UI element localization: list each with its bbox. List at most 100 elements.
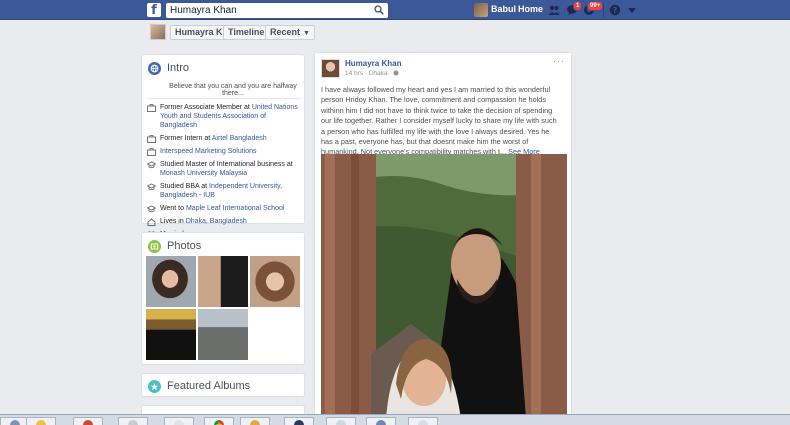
photo-thumbnail[interactable] (250, 256, 300, 307)
intro-item-prefix: Former Intern at (160, 135, 212, 142)
profile-link[interactable]: Babul (491, 4, 516, 14)
timeline-label: Timeline (228, 27, 265, 37)
taskbar-app-button[interactable] (164, 417, 194, 425)
photo-thumbnail[interactable] (146, 256, 196, 307)
media-player-icon (83, 420, 93, 425)
audience-globe-icon[interactable] (393, 70, 399, 76)
intro-item: Went to Maple Leaf International School (147, 204, 302, 213)
app-icon (376, 420, 386, 425)
post-meta: 14 hrs · Dhaka · (345, 70, 399, 77)
intro-item-link[interactable]: Maple Leaf International School (186, 205, 284, 212)
messages-badge: 1 (573, 1, 583, 11)
briefcase-icon (147, 135, 156, 143)
folder-icon (36, 420, 46, 425)
intro-item-link[interactable]: Monash University Malaysia (160, 170, 247, 177)
intro-item-prefix: Lives in (160, 218, 186, 225)
intro-item-text: Studied Master of International business… (160, 160, 302, 178)
intro-item: Lives in Dhaka, Bangladesh (147, 217, 302, 226)
intro-item-text: Went to Maple Leaf International School (160, 204, 284, 213)
top-navigation-bar: f Humayra Khan Babul Home 1 99+ ? (0, 0, 790, 20)
taskbar-app-button[interactable] (284, 417, 314, 425)
document-icon (128, 420, 138, 425)
photos-icon (148, 239, 161, 253)
post-options-icon[interactable]: ··· (553, 56, 565, 66)
intro-item-text: Former Associate Member at United Nation… (160, 103, 302, 130)
chevron-down-icon: ▼ (303, 30, 310, 37)
taskbar-app-button[interactable] (408, 417, 438, 425)
intro-item-text: Lives in Dhaka, Bangladesh (160, 217, 247, 226)
post-author-avatar[interactable] (321, 59, 340, 78)
intro-item: Former Intern at Airtel Bangladesh (147, 134, 302, 143)
home-link[interactable]: Home (518, 4, 543, 14)
user-avatar[interactable] (474, 3, 488, 17)
intro-item: Former Associate Member at United Nation… (147, 103, 302, 130)
intro-item-prefix: Studied Master of International business… (160, 161, 293, 168)
friend-requests-icon[interactable] (548, 4, 560, 16)
briefcase-icon (147, 148, 156, 156)
recent-label: Recent (270, 27, 301, 37)
profile-thumbnail[interactable] (150, 24, 166, 40)
taskbar-app-button[interactable] (240, 417, 270, 425)
graduation-cap-icon (147, 183, 156, 191)
post-body: I have always followed my heart and yes … (321, 85, 557, 157)
intro-item-link[interactable]: Interspeed Marketing Solutions (160, 148, 257, 155)
app-icon (294, 420, 304, 425)
notifications-badge: 99+ (587, 1, 604, 11)
post-text: I have always followed my heart and yes … (321, 85, 561, 158)
graduation-cap-icon (147, 161, 156, 169)
photos-card: Photos (141, 232, 305, 365)
start-icon (10, 420, 20, 425)
intro-item-text: Studied BBA at Independent University, B… (160, 182, 302, 200)
taskbar-app-button[interactable] (366, 417, 396, 425)
photo-thumbnail[interactable] (198, 309, 248, 360)
intro-item: Interspeed Marketing Solutions (147, 147, 302, 156)
intro-item: Studied Master of International business… (147, 160, 302, 178)
intro-item-link[interactable]: Dhaka, Bangladesh (186, 218, 247, 225)
intro-bio: Believe that you can and you are halfway… (169, 83, 297, 97)
taskbar-app-button[interactable] (73, 417, 103, 425)
intro-title: Intro (167, 62, 190, 74)
recent-button[interactable]: Recent ▼ (265, 25, 315, 40)
briefcase-icon (147, 104, 156, 112)
search-value: Humayra Khan (170, 5, 237, 16)
intro-item-prefix: Studied BBA at (160, 183, 210, 190)
svg-text:?: ? (613, 6, 618, 15)
app-icon (418, 420, 428, 425)
intro-item-prefix: Former Associate Member at (160, 104, 252, 111)
post-card: Humayra Khan 14 hrs · Dhaka · ··· I have… (314, 52, 572, 419)
search-input[interactable]: Humayra Khan (166, 3, 388, 18)
taskbar-app-button[interactable] (26, 417, 56, 425)
couple-photo-illustration (321, 154, 567, 419)
featured-albums-card: Featured Albums (141, 373, 305, 397)
photos-title: Photos (167, 240, 202, 252)
intro-item-link[interactable]: Airtel Bangladesh (212, 135, 267, 142)
search-icon[interactable] (374, 5, 384, 15)
profile-header-strip: Humayra Khan Timeline▼ Recent▼ (142, 22, 572, 44)
account-menu-chevron-down-icon[interactable] (626, 6, 638, 18)
facebook-logo-icon[interactable]: f (147, 3, 161, 17)
chrome-icon (214, 420, 224, 425)
intro-details-list: Former Associate Member at United Nation… (147, 103, 302, 243)
post-author-name[interactable]: Humayra Khan (345, 59, 401, 68)
app-icon (336, 420, 346, 425)
intro-item-prefix: Went to (160, 205, 186, 212)
taskbar-app-button[interactable] (118, 417, 148, 425)
app-icon (174, 420, 184, 425)
graduation-cap-icon (147, 205, 156, 213)
taskbar-app-button[interactable] (326, 417, 356, 425)
photo-thumbnail[interactable] (198, 256, 248, 307)
post-photo[interactable] (321, 154, 567, 419)
featured-albums-title: Featured Albums (167, 380, 251, 392)
taskbar-chrome-button[interactable] (204, 417, 234, 425)
home-icon (147, 218, 156, 226)
help-icon[interactable]: ? (609, 4, 621, 16)
intro-item-text: Former Intern at Airtel Bangladesh (160, 134, 267, 143)
intro-card: Intro Believe that you can and you are h… (141, 54, 305, 239)
post-timestamp[interactable]: 14 hrs · Dhaka · (345, 70, 393, 77)
os-taskbar (0, 414, 790, 425)
intro-item: Studied BBA at Independent University, B… (147, 182, 302, 200)
albums-icon (148, 379, 161, 393)
divider (148, 98, 300, 99)
app-icon (250, 420, 260, 425)
photo-thumbnail[interactable] (146, 309, 196, 360)
